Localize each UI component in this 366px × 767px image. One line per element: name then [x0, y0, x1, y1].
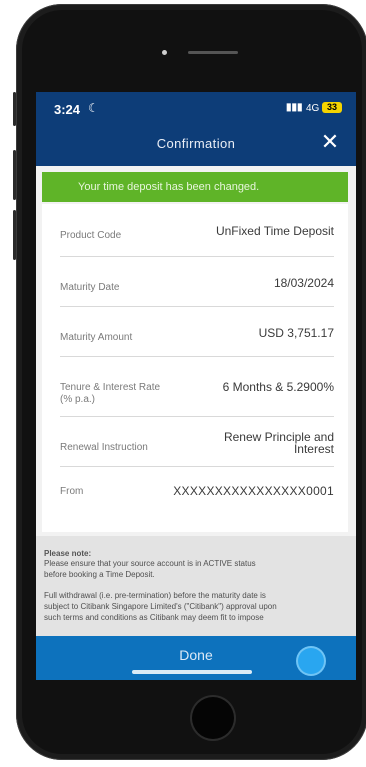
detail-row-maturity-amount: Maturity Amount USD 3,751.17: [60, 306, 334, 357]
notes-line: before booking a Time Deposit.: [44, 570, 155, 579]
chat-bubble-icon[interactable]: [298, 648, 324, 674]
detail-value: USD 3,751.17: [258, 326, 334, 340]
detail-label: Tenure & Interest Rate: [60, 382, 161, 393]
app-screen: 3:24 ☾ ▮▮▮ 4G 33 Confirmation ✕ Your tim…: [36, 92, 356, 680]
done-button[interactable]: Done: [136, 644, 256, 666]
notes-line: Full withdrawal (i.e. pre-termination) b…: [44, 591, 266, 600]
mute-switch[interactable]: [13, 92, 16, 126]
home-indicator: [132, 670, 252, 674]
header-bar: 3:24 ☾ ▮▮▮ 4G 33 Confirmation ✕: [36, 92, 356, 166]
battery-icon: 33: [322, 102, 342, 113]
detail-label: From: [60, 486, 84, 497]
signal-icon: ▮▮▮: [286, 102, 303, 113]
detail-value: 6 Months & 5.2900%: [222, 380, 334, 394]
moon-icon: ☾: [88, 101, 99, 115]
detail-label: Product Code: [60, 230, 122, 241]
notes-section: Please note: Please ensure that your sou…: [36, 536, 356, 636]
detail-row-product-code: Product Code UnFixed Time Deposit: [60, 204, 334, 257]
detail-row-tenure-rate: Tenure & Interest Rate (% p.a.) 6 Months…: [60, 356, 334, 417]
earpiece-speaker: [188, 51, 238, 54]
notes-line: subject to Citibank Singapore Limited's …: [44, 602, 277, 611]
page-title: Confirmation: [156, 136, 236, 151]
detail-label: Maturity Amount: [60, 332, 133, 343]
home-button[interactable]: [192, 697, 234, 739]
notes-line: Please ensure that your source account i…: [44, 559, 256, 568]
detail-row-from: From XXXXXXXXXXXXXXXX0001: [60, 466, 334, 506]
detail-label: Maturity Date: [60, 282, 120, 293]
footer-bar: Done: [36, 636, 356, 680]
network-type: 4G: [306, 103, 320, 114]
status-bar: 3:24 ☾ ▮▮▮ 4G 33: [36, 92, 356, 124]
detail-row-renewal: Renewal Instruction Renew Principle and …: [60, 416, 334, 467]
volume-down-button[interactable]: [13, 210, 16, 260]
detail-value: UnFixed Time Deposit: [215, 224, 334, 238]
close-icon[interactable]: ✕: [318, 130, 342, 154]
success-banner: Your time deposit has been changed.: [42, 172, 348, 202]
detail-value-line2: Interest: [293, 442, 334, 456]
notes-line: such terms and conditions as Citibank ma…: [44, 613, 264, 622]
front-camera: [162, 50, 167, 55]
volume-up-button[interactable]: [13, 150, 16, 200]
detail-value: 18/03/2024: [273, 276, 334, 290]
detail-label: Renewal Instruction: [60, 442, 148, 453]
detail-value: XXXXXXXXXXXXXXXX0001: [173, 484, 334, 498]
status-time: 3:24: [54, 102, 81, 117]
detail-row-maturity-date: Maturity Date 18/03/2024: [60, 256, 334, 307]
details-card: Product Code UnFixed Time Deposit Maturi…: [42, 204, 348, 532]
detail-label-unit: (% p.a.): [60, 394, 96, 405]
